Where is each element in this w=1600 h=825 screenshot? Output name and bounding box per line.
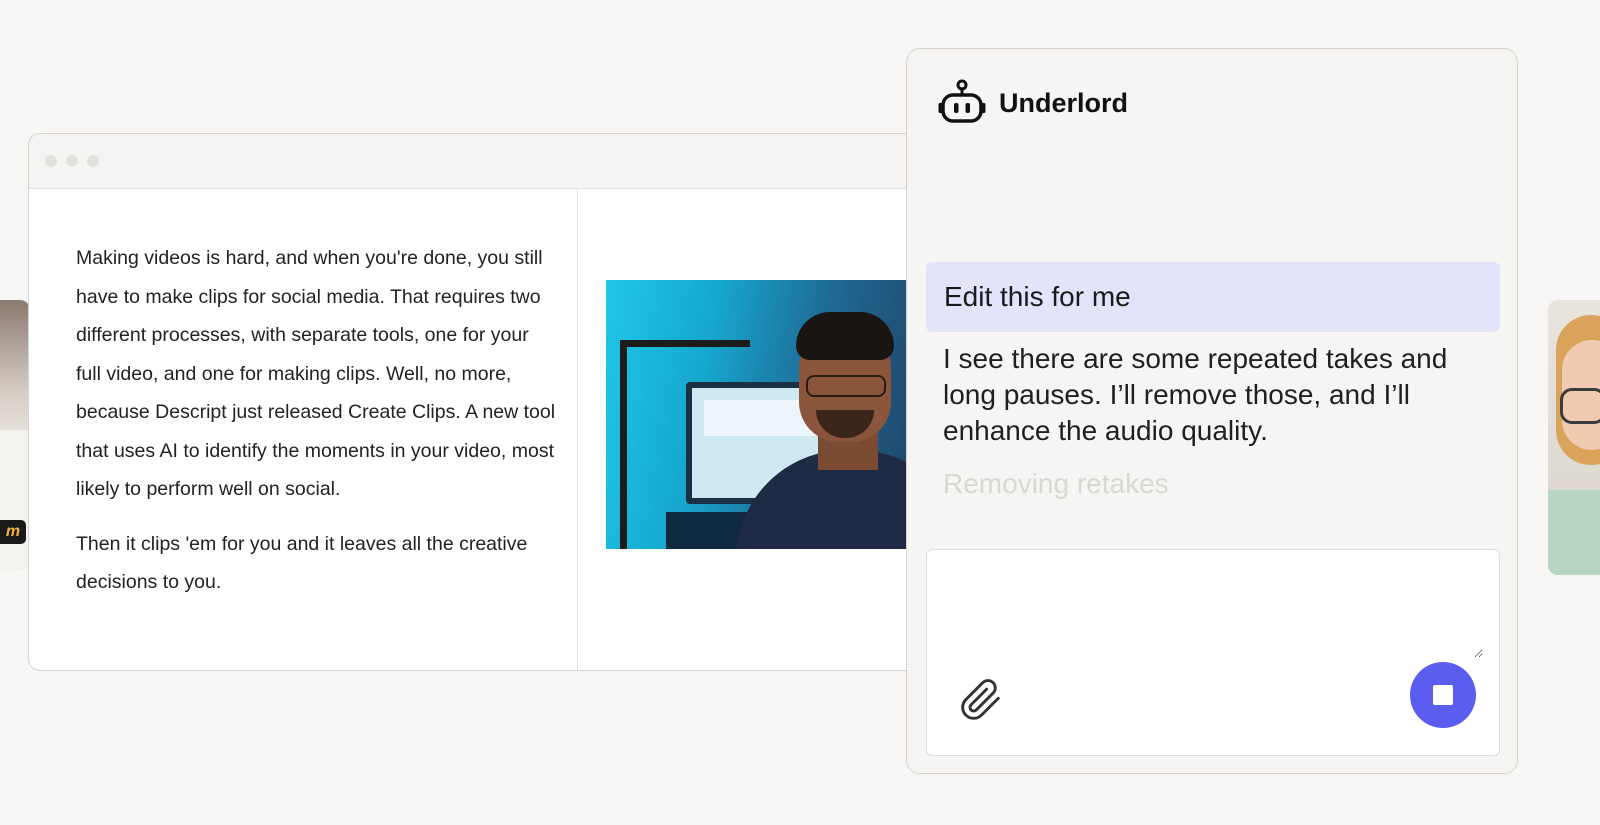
message-composer — [926, 549, 1500, 756]
right-clip-thumbnail — [1548, 300, 1600, 575]
video-preview[interactable] — [606, 280, 927, 549]
left-clip-thumbnail: m — [0, 300, 30, 570]
left-clip-caption: m — [0, 520, 26, 544]
lamp-arm — [620, 340, 750, 347]
assistant-response: I see there are some repeated takes and … — [943, 343, 1448, 446]
lamp-pole — [620, 342, 627, 549]
window-close-dot[interactable] — [45, 155, 57, 167]
presenter-hair — [796, 312, 894, 360]
assistant-title: Underlord — [999, 87, 1129, 118]
presenter-glasses — [806, 375, 886, 397]
stop-button[interactable] — [1410, 662, 1476, 728]
script-paragraph-1[interactable]: Making videos is hard, and when you're d… — [76, 239, 557, 509]
left-clip-shirt — [0, 430, 30, 570]
paperclip-icon — [961, 679, 1000, 720]
assistant-header: Underlord — [937, 75, 1128, 131]
window-minimize-dot[interactable] — [66, 155, 78, 167]
user-message: Edit this for me — [926, 262, 1500, 332]
attach-button[interactable] — [959, 678, 1003, 722]
stop-icon — [1433, 685, 1453, 705]
right-clip-glasses — [1560, 388, 1600, 424]
script-paragraph-2[interactable]: Then it clips 'em for you and it leaves … — [76, 525, 557, 602]
assistant-panel: Underlord Edit this for me I see there a… — [906, 48, 1518, 774]
window-maximize-dot[interactable] — [87, 155, 99, 167]
editor-window: Making videos is hard, and when you're d… — [28, 133, 928, 671]
script-editor[interactable]: Making videos is hard, and when you're d… — [29, 189, 578, 670]
window-titlebar — [29, 134, 927, 189]
assistant-status: Removing retakes — [943, 468, 1169, 499]
message-input[interactable] — [943, 564, 1483, 658]
right-clip-hoodie — [1548, 490, 1600, 575]
robot-icon — [938, 79, 986, 123]
video-preview-pane — [578, 189, 927, 670]
window-body: Making videos is hard, and when you're d… — [29, 189, 927, 670]
